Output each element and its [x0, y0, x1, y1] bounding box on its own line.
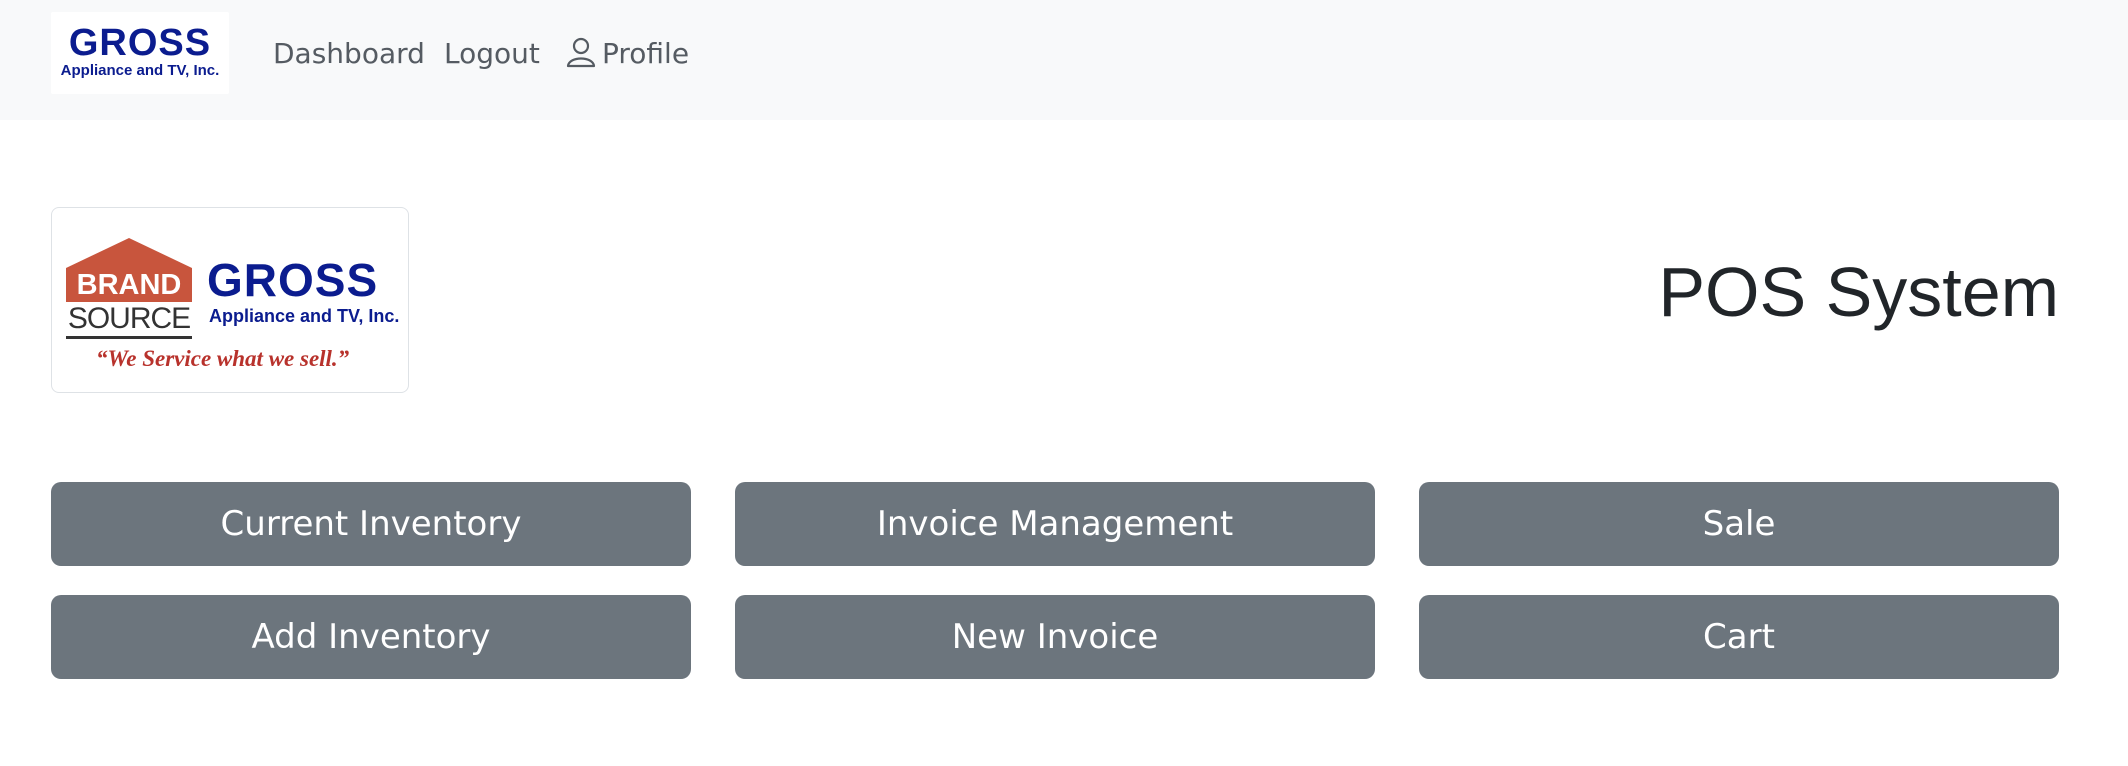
navbar-logo[interactable]: GROSS Appliance and TV, Inc.: [51, 12, 229, 94]
nav-profile-link[interactable]: Profile: [566, 34, 689, 74]
navbar-logo-title: GROSS: [68, 22, 212, 64]
logo-roof-shape: [66, 238, 192, 268]
nav-dashboard-link[interactable]: Dashboard: [273, 34, 425, 74]
page-title: POS System: [1658, 253, 2059, 331]
current-inventory-button[interactable]: Current Inventory: [51, 482, 691, 566]
logo-gross-text: GROSS: [207, 254, 379, 306]
brandsource-logo: BRAND SOURCE GROSS Appliance and TV, Inc…: [66, 238, 400, 388]
cart-button[interactable]: Cart: [1419, 595, 2059, 679]
logo-brand-text: BRAND: [66, 268, 192, 302]
navbar-logo-subtitle: Appliance and TV, Inc.: [60, 62, 220, 79]
invoice-management-button[interactable]: Invoice Management: [735, 482, 1375, 566]
nav-logout-link[interactable]: Logout: [444, 34, 540, 74]
top-navbar: GROSS Appliance and TV, Inc. Dashboard L…: [0, 0, 2128, 120]
logo-company-text: Appliance and TV, Inc.: [209, 306, 400, 326]
logo-slogan-text: “We Service what we sell.”: [96, 346, 350, 371]
brandsource-logo-card: BRAND SOURCE GROSS Appliance and TV, Inc…: [51, 207, 409, 393]
new-invoice-button[interactable]: New Invoice: [735, 595, 1375, 679]
logo-source-text: SOURCE: [66, 302, 192, 339]
add-inventory-button[interactable]: Add Inventory: [51, 595, 691, 679]
sale-button[interactable]: Sale: [1419, 482, 2059, 566]
person-icon: [566, 37, 596, 68]
nav-profile-label: Profile: [602, 37, 690, 70]
